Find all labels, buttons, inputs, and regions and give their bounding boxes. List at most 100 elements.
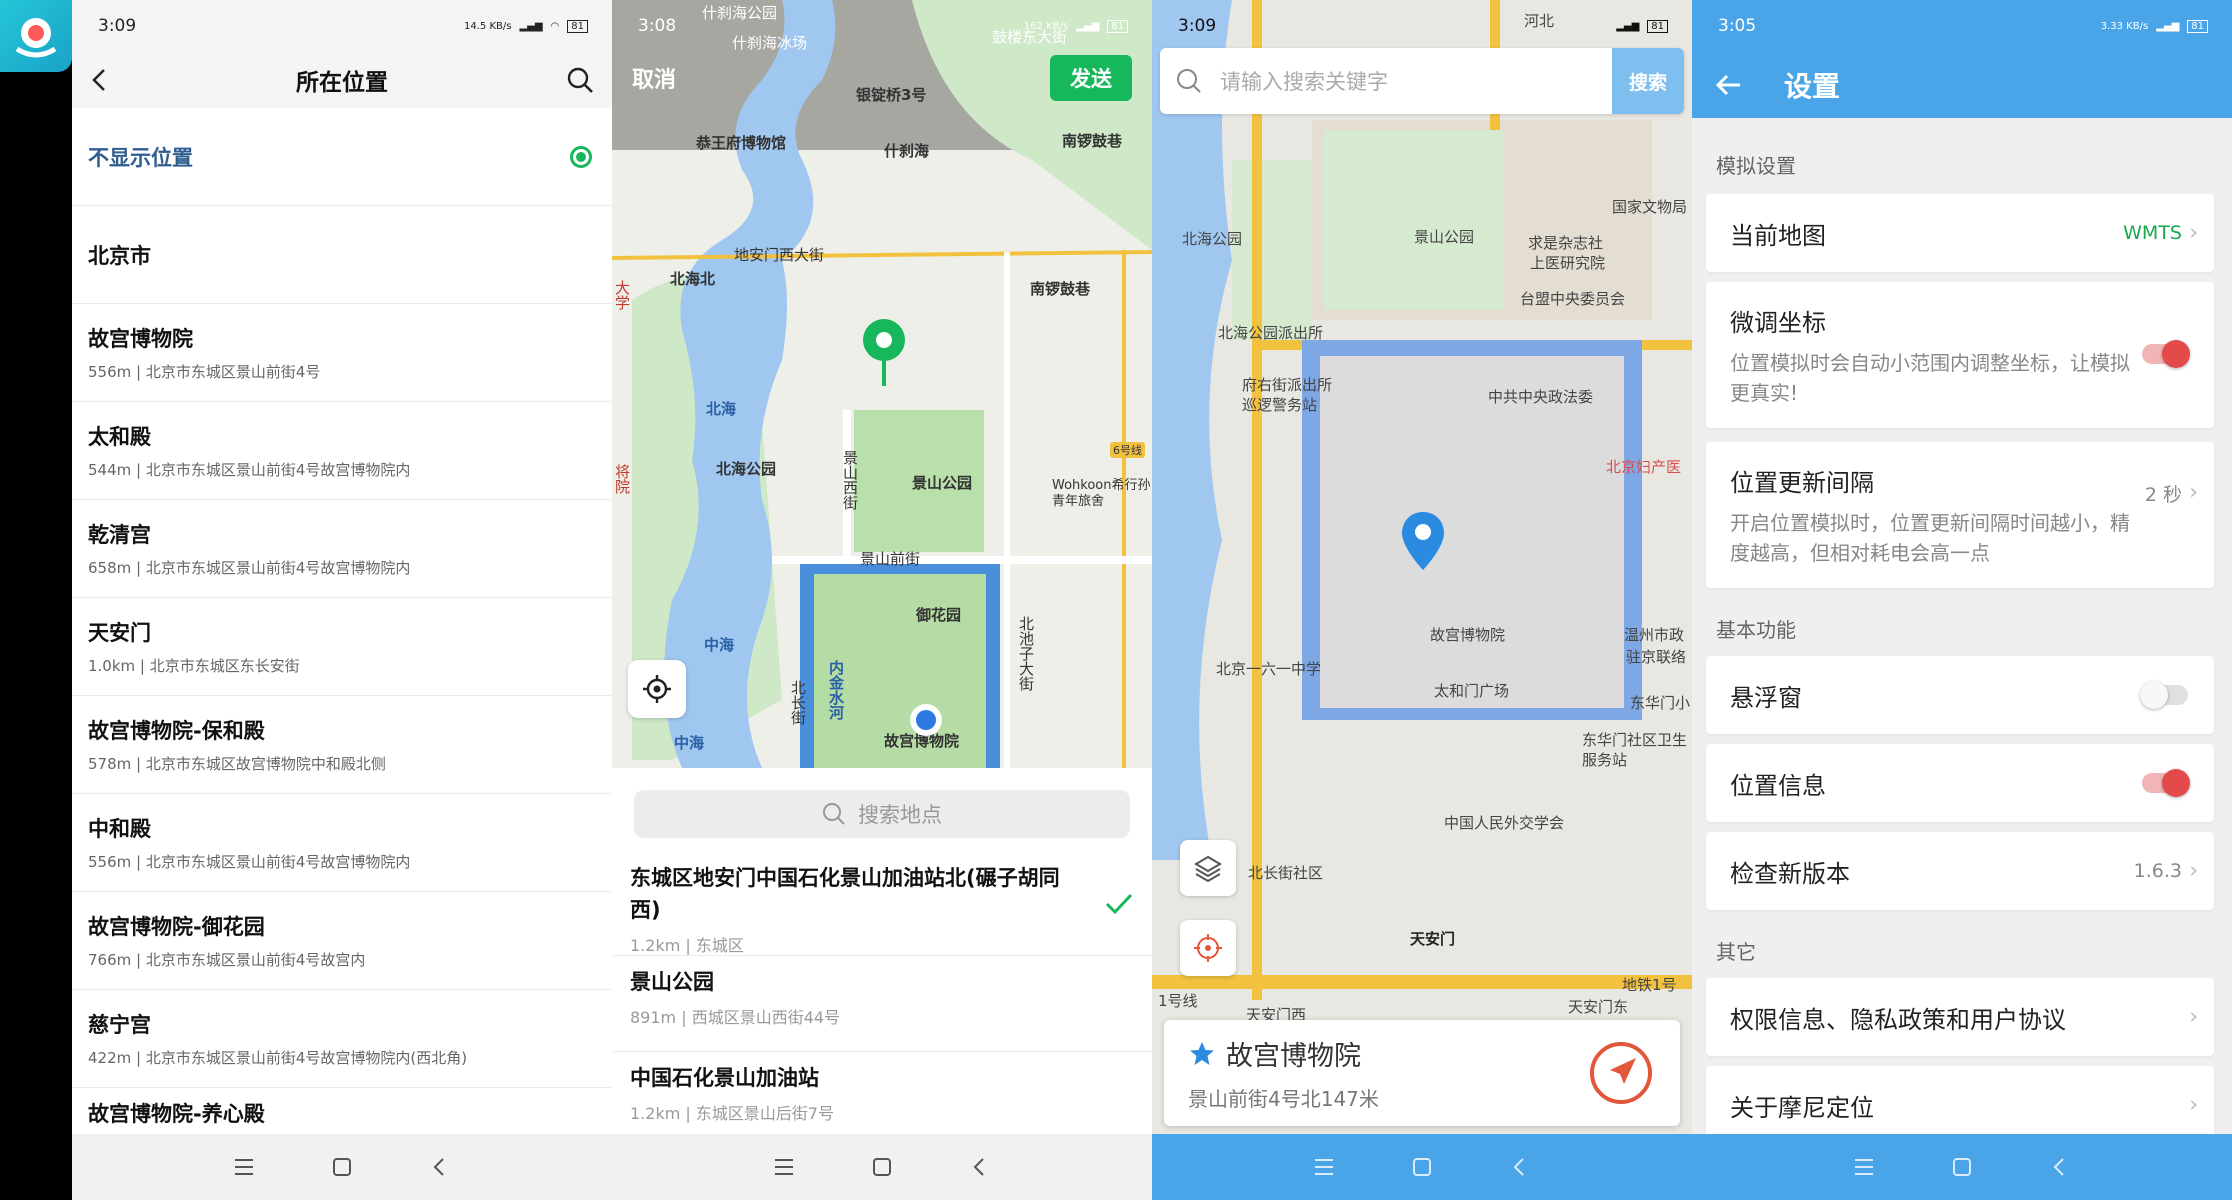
home-icon[interactable] xyxy=(329,1154,355,1180)
location-address: 766m | 北京市东城区景山前街4号故宫内 xyxy=(88,951,366,969)
back-icon[interactable] xyxy=(86,66,114,98)
location-name: 中和殿 xyxy=(88,817,151,841)
location-address: 578m | 北京市东城区故宫博物院中和殿北侧 xyxy=(88,755,386,773)
about-row[interactable]: 关于摩尼定位 › xyxy=(1706,1066,2214,1144)
back-nav-icon[interactable] xyxy=(967,1154,993,1180)
menu-icon[interactable] xyxy=(1851,1154,1877,1180)
place-card[interactable]: 故宫博物院 景山前街4号北147米 xyxy=(1164,1020,1680,1126)
page-title: 所在位置 xyxy=(296,70,388,96)
back-nav-icon[interactable] xyxy=(2047,1154,2073,1180)
location-name: 太和殿 xyxy=(88,425,151,449)
list-item[interactable]: 中和殿 556m | 北京市东城区景山前街4号故宫博物院内 xyxy=(72,794,612,892)
current-location-icon xyxy=(910,704,942,736)
map-label: 北京一六一中学 xyxy=(1216,660,1322,678)
wifi-icon: ◠ xyxy=(550,20,560,32)
list-item[interactable]: 故宫博物院-御花园 766m | 北京市东城区景山前街4号故宫内 xyxy=(72,892,612,990)
status-time: 3:05 xyxy=(1718,16,1757,36)
cancel-button[interactable]: 取消 xyxy=(632,62,676,94)
location-name: 乾清宫 xyxy=(88,523,151,547)
map-search-screen: 北海公园 景山公园 国家文物局 求是杂志社 上医研究院 台盟中央委员会 北海公园… xyxy=(1152,0,1692,1200)
network-speed: 14.5 KB/s xyxy=(464,20,512,32)
setting-label: 位置信息 xyxy=(1730,771,1826,800)
map-label: 东华门小 xyxy=(1630,694,1691,712)
signal-icon: ▂▄▆ xyxy=(1076,20,1100,32)
status-icons: ▂▄▆ 81 xyxy=(1616,19,1668,33)
setting-label: 检查新版本 xyxy=(1730,859,1850,888)
list-item[interactable]: 天安门 1.0km | 北京市东城区东长安街 xyxy=(72,598,612,696)
locate-button[interactable] xyxy=(1180,920,1236,976)
current-map-row[interactable]: 当前地图 WMTS › xyxy=(1706,194,2214,272)
battery-icon: 81 xyxy=(567,19,588,33)
location-name: 故宫博物院 xyxy=(88,327,193,351)
menu-icon[interactable] xyxy=(771,1154,797,1180)
chevron-right-icon: › xyxy=(2189,1092,2198,1118)
status-time: 3:09 xyxy=(1178,16,1217,36)
layers-button[interactable] xyxy=(1180,840,1236,896)
map-view[interactable]: 什刹海公园 什刹海冰场 鼓楼东大街 银锭桥3号 恭王府博物馆 什刹海 南锣鼓巷 … xyxy=(612,0,1152,768)
poi-name: 中国石化景山加油站 xyxy=(630,1066,819,1090)
list-item[interactable]: 慈宁宫 422m | 北京市东城区景山前街4号故宫博物院内(西北角) xyxy=(72,990,612,1088)
location-address: 422m | 北京市东城区景山前街4号故宫博物院内(西北角) xyxy=(88,1049,468,1067)
layers-icon xyxy=(1194,855,1222,883)
action-bar: 取消 发送 xyxy=(612,50,1152,106)
fine-tune-row[interactable]: 微调坐标 位置模拟时会自动小范围内调整坐标，让模拟更真实! xyxy=(1706,282,2214,428)
list-item-hide-location[interactable]: 不显示位置 xyxy=(72,108,612,206)
privacy-row[interactable]: 权限信息、隐私政策和用户协议 › xyxy=(1706,978,2214,1056)
setting-label: 关于摩尼定位 xyxy=(1730,1093,1874,1122)
list-item[interactable]: 太和殿 544m | 北京市东城区景山前街4号故宫博物院内 xyxy=(72,402,612,500)
poi-address: 891m | 西城区景山西街44号 xyxy=(630,1008,841,1027)
check-update-row[interactable]: 检查新版本 1.6.3 › xyxy=(1706,832,2214,910)
map-label: 内金水河 xyxy=(827,660,845,720)
map-label: 巡逻警务站 xyxy=(1242,396,1318,414)
map-label: 北海公园 xyxy=(716,460,777,478)
home-icon[interactable] xyxy=(869,1154,895,1180)
location-info-toggle[interactable] xyxy=(2142,769,2190,797)
status-bar: 3:09 14.5 KB/s ▂▄▆ ◠ 81 xyxy=(72,0,612,52)
list-item[interactable]: 北京市 xyxy=(72,206,612,304)
search-button[interactable]: 搜索 xyxy=(1612,48,1684,114)
poi-item-selected[interactable]: 东城区地安门中国石化景山加油站北(碾子胡同西) 1.2km | 东城区 xyxy=(612,852,1152,956)
floating-window-row[interactable]: 悬浮窗 xyxy=(1706,656,2214,734)
send-button[interactable]: 发送 xyxy=(1050,55,1132,101)
home-icon[interactable] xyxy=(1949,1154,1975,1180)
map-label: 府右街派出所 xyxy=(1242,376,1333,394)
fine-tune-toggle[interactable] xyxy=(2142,340,2190,368)
section-header: 基本功能 xyxy=(1716,618,1796,642)
map-label: 景山公园 xyxy=(1414,228,1475,246)
search-icon xyxy=(1177,69,1201,93)
search-input[interactable]: 搜索地点 xyxy=(634,790,1130,838)
poi-item[interactable]: 中国石化景山加油站 1.2km | 东城区景山后街7号 xyxy=(612,1052,1152,1138)
menu-icon[interactable] xyxy=(231,1154,257,1180)
map-label: 东华门社区卫生服务站 xyxy=(1582,731,1688,769)
back-nav-icon[interactable] xyxy=(1507,1154,1533,1180)
location-info-row[interactable]: 位置信息 xyxy=(1706,744,2214,822)
setting-value: WMTS xyxy=(2123,222,2182,244)
poi-address: 1.2km | 东城区 xyxy=(630,936,744,955)
place-name: 故宫博物院 xyxy=(1226,1041,1361,1072)
back-arrow-icon[interactable] xyxy=(1714,70,1744,100)
update-interval-row[interactable]: 位置更新间隔 开启位置模拟时，位置更新间隔时间越小，精度越高，但相对耗电会高一点… xyxy=(1706,442,2214,588)
poi-address: 1.2km | 东城区景山后街7号 xyxy=(630,1104,835,1123)
crosshair-icon xyxy=(1194,934,1222,962)
location-name: 天安门 xyxy=(88,621,151,645)
map-label: 北海公园 xyxy=(1182,230,1243,248)
selected-radio-icon[interactable] xyxy=(570,146,592,168)
locate-me-button[interactable] xyxy=(628,660,686,718)
map-label: 1号线 xyxy=(1158,992,1198,1010)
menu-icon[interactable] xyxy=(1311,1154,1337,1180)
search-icon[interactable] xyxy=(566,66,594,98)
search-input[interactable]: 请输入搜索关键字 xyxy=(1160,66,1612,96)
home-icon[interactable] xyxy=(1409,1154,1435,1180)
floating-window-toggle[interactable] xyxy=(2140,681,2188,709)
map-label: 南锣鼓巷 xyxy=(1030,280,1091,298)
poi-item[interactable]: 景山公园 891m | 西城区景山西街44号 xyxy=(612,956,1152,1052)
list-item[interactable]: 故宫博物院 556m | 北京市东城区景山前街4号 xyxy=(72,304,612,402)
system-nav-bar xyxy=(1152,1134,1692,1200)
navigate-icon[interactable] xyxy=(1588,1040,1654,1106)
list-item[interactable]: 故宫博物院-保和殿 578m | 北京市东城区故宫博物院中和殿北侧 xyxy=(72,696,612,794)
back-nav-icon[interactable] xyxy=(427,1154,453,1180)
map-label: 景山公园 xyxy=(912,474,973,492)
system-nav-bar xyxy=(72,1134,612,1200)
list-item[interactable]: 乾清宫 658m | 北京市东城区景山前街4号故宫博物院内 xyxy=(72,500,612,598)
setting-value: 2 秒 xyxy=(2144,484,2182,506)
